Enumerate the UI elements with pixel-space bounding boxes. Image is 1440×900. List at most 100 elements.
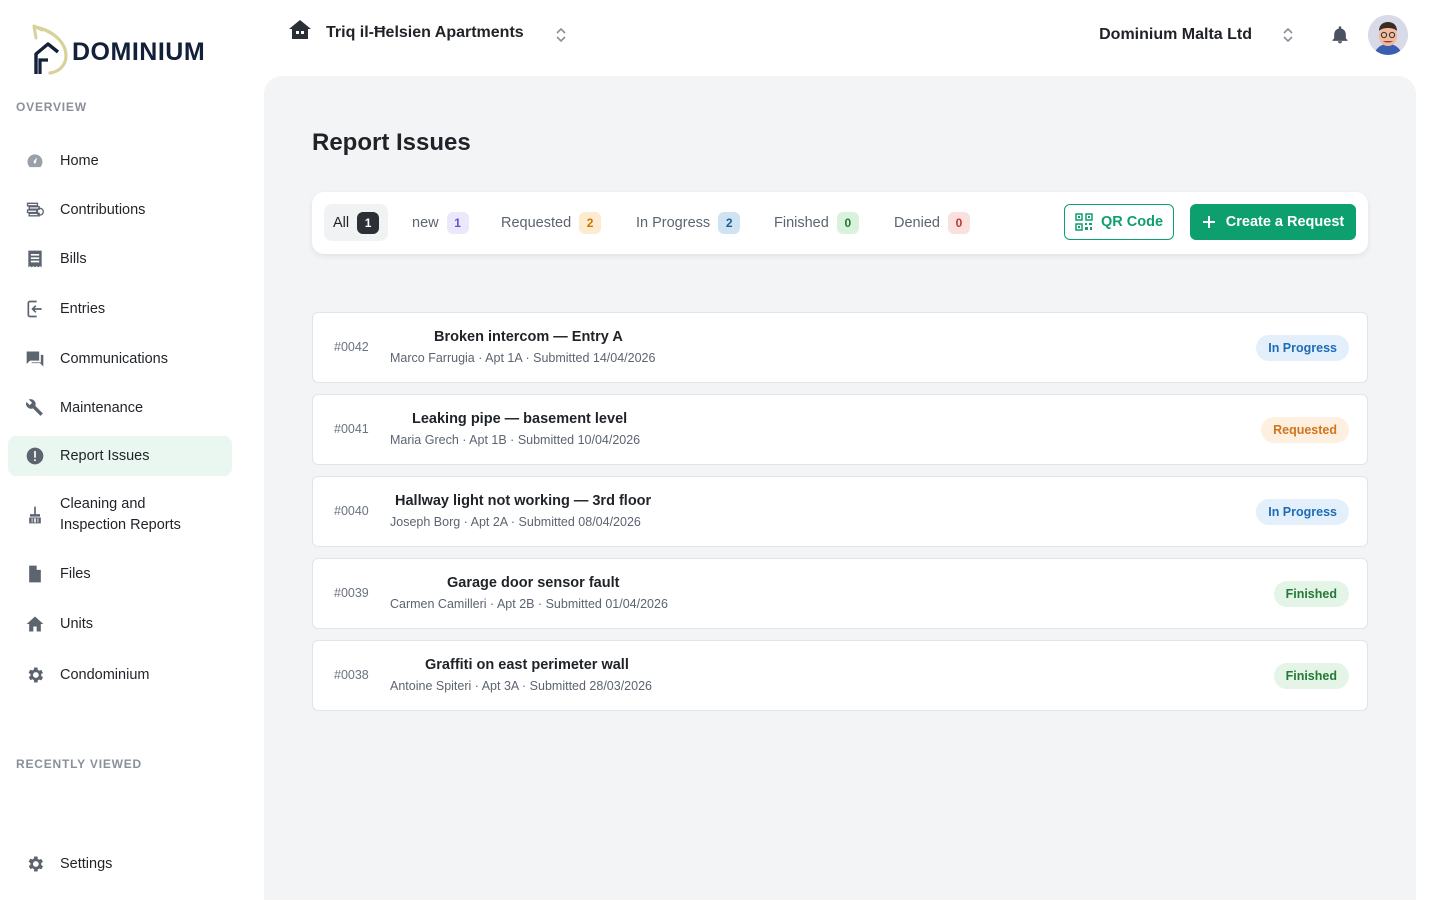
avatar-face-icon [1368,15,1408,55]
tab-new[interactable]: new 1 [412,204,469,241]
sidebar-item-label: Home [60,152,99,169]
coins-icon [24,199,46,221]
sidebar-item-label: Condominium [60,666,150,683]
tab-all[interactable]: All 1 [324,204,389,241]
tab-count: 2 [718,211,741,234]
sidebar-item-label: Entries [60,300,106,317]
property-selector[interactable]: Triq il-Ħelsien Apartments [288,18,524,47]
main-content: Report Issues All 1 new 1 Requested 2 In… [264,76,1416,900]
sidebar-item-label: Contributions [60,201,146,218]
tab-label: Denied [894,214,940,231]
sidebar-item-label: Communications [60,350,168,367]
issue-id: #0040 [334,504,369,518]
tab-denied[interactable]: Denied 0 [894,204,970,241]
create-request-button[interactable]: Create a Request [1190,204,1356,240]
file-icon [24,563,46,585]
tab-count: 2 [579,211,602,234]
user-avatar[interactable] [1368,15,1408,55]
receipt-icon [24,248,46,270]
list-item[interactable]: #0038 Graffiti on east perimeter wall An… [312,640,1368,711]
sidebar-item-bills[interactable]: Bills [8,239,232,279]
issue-meta: Antoine Spiteri · Apt 3A · Submitted 28/… [390,679,652,693]
tab-count: 1 [357,211,380,234]
settings-gear-icon [24,853,46,875]
sidebar-item-label: Settings [60,855,113,872]
sidebar-item-label: Cleaning and Inspection Reports [60,496,181,533]
sidebar-item-label: Report Issues [60,447,150,464]
chevron-updown-icon[interactable] [553,25,569,50]
tab-requested[interactable]: Requested 2 [501,204,602,241]
sidebar-item-label: Files [60,565,91,582]
tab-label: Finished [774,214,829,231]
create-request-label: Create a Request [1225,214,1345,230]
issue-list: #0042 Broken intercom — Entry A Marco Fa… [312,312,1368,722]
status-badge: In Progress [1256,499,1349,525]
list-item[interactable]: #0040 Hallway light not working — 3rd fl… [312,476,1368,547]
tab-label: new [412,214,439,231]
gear-icon [24,664,46,686]
status-badge: Requested [1261,417,1349,443]
issue-title: Graffiti on east perimeter wall [425,657,629,673]
tab-finished[interactable]: Finished 0 [774,204,859,241]
gauge-icon [24,150,46,172]
issue-meta: Carmen Camilleri · Apt 2B · Submitted 01… [390,597,668,611]
sidebar-item-settings[interactable]: Settings [8,844,232,884]
sidebar-item-label: Units [60,615,94,632]
tab-in-progress[interactable]: In Progress 2 [636,204,741,241]
tab-count: 1 [446,211,469,234]
list-item[interactable]: #0042 Broken intercom — Entry A Marco Fa… [312,312,1368,383]
issue-title: Hallway light not working — 3rd floor [395,493,652,509]
tab-label: Requested [501,214,572,231]
sidebar-item-home[interactable]: Home [8,141,232,181]
list-item[interactable]: #0041 Leaking pipe — basement level Mari… [312,394,1368,465]
sidebar-item-cleaning-reports[interactable]: Cleaning and Inspection Reports [8,489,232,541]
sidebar-item-report-issues[interactable]: Report Issues [8,436,232,476]
qr-code-label: QR Code [1100,214,1164,230]
qr-code-button[interactable]: QR Code [1064,204,1174,240]
chevron-updown-icon[interactable] [1280,25,1296,50]
brand-logo[interactable]: DOMINIUM [30,20,205,76]
issue-meta: Joseph Borg · Apt 2A · Submitted 08/04/2… [390,515,641,529]
issue-meta: Maria Grech · Apt 1B · Submitted 10/04/2… [390,433,641,447]
house-icon [24,613,46,635]
logo-mark-icon [32,24,68,75]
issue-id: #0042 [334,340,369,354]
broom-icon [24,504,46,526]
sidebar-item-maintenance[interactable]: Maintenance [8,388,232,428]
sidebar: DOMINIUM OVERVIEW Home Contributions Bil… [0,0,240,900]
overview-label: OVERVIEW [16,100,87,114]
tab-count: 0 [836,211,859,234]
issue-id: #0041 [334,422,369,436]
tab-label: All [333,214,350,231]
issue-meta: Marco Farrugia · Apt 1A · Submitted 14/0… [390,351,656,365]
building-icon [288,18,312,47]
issue-id: #0038 [334,668,369,682]
recently-viewed-label: RECENTLY VIEWED [16,757,143,771]
list-item[interactable]: #0039 Garage door sensor fault Carmen Ca… [312,558,1368,629]
sidebar-item-condominium[interactable]: Condominium [8,655,232,695]
tab-label: In Progress [636,214,711,231]
sidebar-item-label: Bills [60,250,87,267]
sidebar-item-entries[interactable]: Entries [8,289,232,329]
chat-icon [24,348,46,370]
notification-bell-icon[interactable] [1330,25,1350,50]
property-name: Triq il-Ħelsien Apartments [326,23,524,41]
alert-icon [24,445,46,467]
entry-icon [24,298,46,320]
tab-count: 0 [947,211,970,234]
plus-icon [1202,216,1215,228]
issue-title: Leaking pipe — basement level [412,411,628,427]
sidebar-item-files[interactable]: Files [8,554,232,594]
company-selector[interactable]: Dominium Malta Ltd [1099,26,1252,44]
sidebar-item-units[interactable]: Units [8,604,232,644]
status-badge: Finished [1273,581,1349,607]
qr-code-icon [1075,213,1093,231]
brand-name: DOMINIUM [72,37,206,66]
issue-id: #0039 [334,586,369,600]
issue-title: Garage door sensor fault [447,575,620,591]
sidebar-item-communications[interactable]: Communications [8,339,232,379]
wrench-icon [24,397,46,419]
status-badge: In Progress [1256,335,1349,361]
sidebar-item-contributions[interactable]: Contributions [8,190,232,230]
filter-bar: All 1 new 1 Requested 2 In Progress 2 Fi… [312,192,1368,254]
